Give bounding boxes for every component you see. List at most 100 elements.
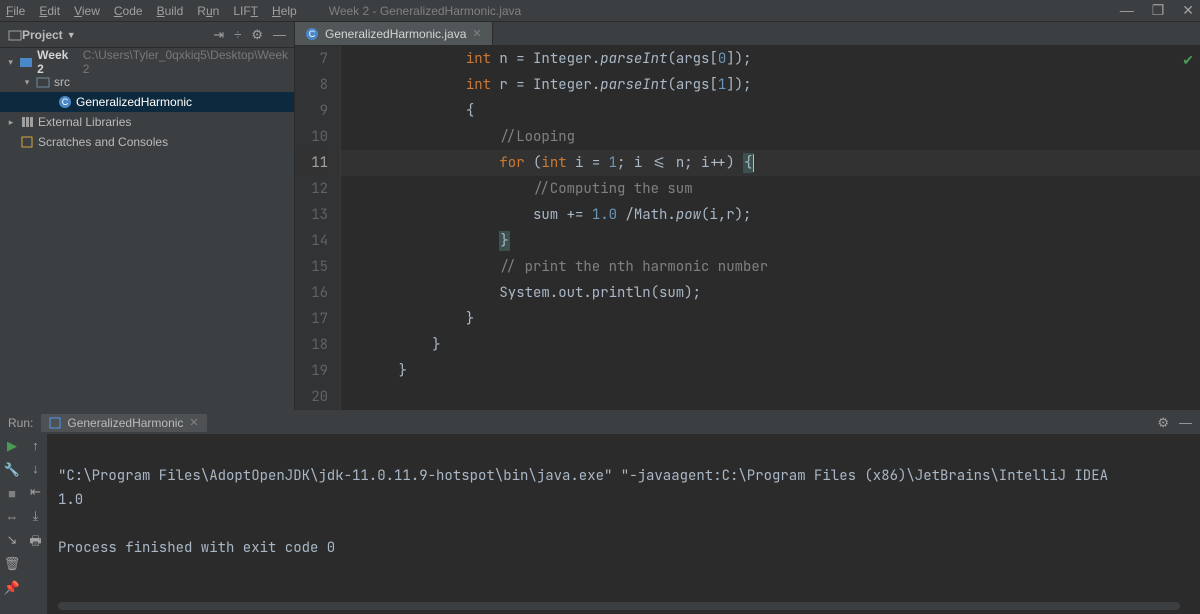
external-libraries[interactable]: ▸ External Libraries — [0, 112, 294, 132]
project-tool-window: Project ▼ ⇥ ÷ ⚙ — ▾ Week 2 C:\Users\Tyle… — [0, 22, 295, 410]
exit-icon[interactable]: ↘ — [7, 532, 18, 548]
editor-tab-label: GeneralizedHarmonic.java — [325, 27, 466, 41]
print-icon[interactable]: 🖶 — [29, 532, 41, 554]
wrench-icon[interactable]: 🔧 — [4, 462, 20, 478]
project-panel-header[interactable]: Project ▼ ⇥ ÷ ⚙ — — [0, 22, 294, 48]
line-number: 17 — [295, 306, 328, 332]
run-tab[interactable]: GeneralizedHarmonic ✕ — [41, 414, 206, 432]
hide-icon[interactable]: — — [1179, 415, 1192, 431]
scratches-icon — [20, 135, 34, 149]
run-tool-window: Run: GeneralizedHarmonic ✕ ⚙ — ▶ 🔧 ■ ⇔ ↘… — [0, 410, 1200, 614]
window-title: Week 2 - GeneralizedHarmonic.java — [329, 4, 522, 18]
line-number-gutter: 7891011121314151617181920 — [295, 46, 341, 410]
console-cmd-line: "C:\Program Files\AdoptOpenJDK\jdk-11.0.… — [58, 467, 1108, 485]
hide-icon[interactable]: — — [273, 27, 286, 43]
run-config-icon — [49, 417, 61, 429]
down-icon[interactable]: ↓ — [32, 461, 39, 476]
gear-icon[interactable]: ⚙ — [251, 27, 263, 43]
line-number: 19 — [295, 358, 328, 384]
menu-code[interactable]: Code — [114, 4, 143, 18]
project-tree[interactable]: ▾ Week 2 C:\Users\Tyler_0qxkiq5\Desktop\… — [0, 48, 294, 156]
menu-help[interactable]: Help — [272, 4, 297, 18]
external-libraries-label: External Libraries — [38, 115, 131, 129]
code-line[interactable]: // print the nth harmonic number — [341, 254, 1200, 280]
soft-wrap-icon[interactable]: ⇤ — [30, 484, 41, 500]
close-tab-icon[interactable]: ✕ — [472, 27, 481, 40]
line-number: 20 — [295, 384, 328, 410]
folder-icon — [36, 75, 50, 89]
project-root[interactable]: ▾ Week 2 C:\Users\Tyler_0qxkiq5\Desktop\… — [0, 52, 294, 72]
console-exit-line: Process finished with exit code 0 — [58, 539, 335, 557]
code-line[interactable]: { — [341, 98, 1200, 124]
code-line[interactable]: //Looping — [341, 124, 1200, 150]
menu-view[interactable]: View — [74, 4, 100, 18]
line-number: 13 — [295, 202, 328, 228]
code-line[interactable]: } — [341, 228, 1200, 254]
minimize-icon[interactable]: — — [1120, 2, 1134, 19]
run-toolbar-console: ↑ ↓ ⇤ ⤓ 🖶 — [24, 434, 48, 614]
code-line[interactable]: int r = Integer.parseInt(args[1]); — [341, 72, 1200, 98]
chevron-down-icon[interactable]: ▼ — [67, 30, 76, 40]
close-icon[interactable]: ✕ — [1182, 2, 1194, 19]
up-icon[interactable]: ↑ — [32, 438, 39, 453]
horizontal-scrollbar[interactable] — [58, 602, 1180, 610]
menubar: File Edit View Code Build Run LIFT Help … — [0, 0, 1200, 22]
expand-all-icon[interactable]: ÷ — [234, 27, 241, 43]
code-editor[interactable]: 7891011121314151617181920 int n = Intege… — [295, 46, 1200, 410]
menu-edit[interactable]: Edit — [39, 4, 60, 18]
project-root-name: Week 2 — [37, 48, 75, 76]
editor-pane: C GeneralizedHarmonic.java ✕ ✔ 789101112… — [295, 22, 1200, 410]
gear-icon[interactable]: ⚙ — [1157, 415, 1169, 431]
scratches-label: Scratches and Consoles — [38, 135, 168, 149]
scroll-to-end-icon[interactable]: ⤓ — [33, 508, 39, 524]
src-label: src — [54, 75, 70, 89]
libraries-icon — [20, 115, 34, 129]
trash-icon[interactable]: 🗑 — [4, 556, 21, 572]
line-number: 12 — [295, 176, 328, 202]
class-icon: C — [58, 95, 72, 109]
line-number: 7 — [295, 46, 328, 72]
line-number: 8 — [295, 72, 328, 98]
menu-file[interactable]: File — [6, 4, 25, 18]
menu-build[interactable]: Build — [157, 4, 184, 18]
code-line[interactable]: //Computing the sum — [341, 176, 1200, 202]
run-tab-label: GeneralizedHarmonic — [67, 416, 183, 430]
module-icon — [19, 55, 33, 69]
stop-icon[interactable]: ■ — [8, 486, 16, 501]
code-line[interactable] — [341, 384, 1200, 410]
scratches[interactable]: Scratches and Consoles — [0, 132, 294, 152]
menu-run[interactable]: Run — [197, 4, 219, 18]
code-line[interactable]: int n = Integer.parseInt(args[0]); — [341, 46, 1200, 72]
code-line[interactable]: sum += 1.0 /Math.pow(i,r); — [341, 202, 1200, 228]
code-line[interactable]: for (int i = 1; i <= n; i++) { — [341, 150, 1200, 176]
menu-lift[interactable]: LIFT — [233, 4, 258, 18]
line-number: 11 — [295, 150, 328, 176]
code-area[interactable]: int n = Integer.parseInt(args[0]); int r… — [341, 46, 1200, 410]
rerun-icon[interactable]: ▶ — [7, 438, 17, 454]
class-icon: C — [305, 27, 319, 41]
close-run-tab-icon[interactable]: ✕ — [189, 416, 198, 429]
line-number: 15 — [295, 254, 328, 280]
line-number: 9 — [295, 98, 328, 124]
run-header: Run: GeneralizedHarmonic ✕ ⚙ — — [0, 411, 1200, 434]
run-label: Run: — [8, 416, 33, 430]
class-file[interactable]: C GeneralizedHarmonic — [0, 92, 294, 112]
editor-tab[interactable]: C GeneralizedHarmonic.java ✕ — [295, 22, 493, 45]
code-line[interactable]: } — [341, 306, 1200, 332]
project-root-path: C:\Users\Tyler_0qxkiq5\Desktop\Week 2 — [83, 48, 288, 76]
svg-text:C: C — [309, 29, 316, 39]
console-output[interactable]: "C:\Program Files\AdoptOpenJDK\jdk-11.0.… — [48, 434, 1200, 614]
line-number: 18 — [295, 332, 328, 358]
class-file-name: GeneralizedHarmonic — [76, 95, 192, 109]
select-opened-file-icon[interactable]: ⇥ — [213, 27, 224, 43]
run-toolbar-left: ▶ 🔧 ■ ⇔ ↘ 🗑 📌 — [0, 434, 24, 614]
maximize-icon[interactable]: ❐ — [1152, 2, 1165, 19]
code-line[interactable]: } — [341, 358, 1200, 384]
code-line[interactable]: } — [341, 332, 1200, 358]
code-line[interactable]: System.out.println(sum); — [341, 280, 1200, 306]
line-number: 16 — [295, 280, 328, 306]
layout-icon[interactable]: ⇔ — [6, 509, 19, 524]
editor-tabbar: C GeneralizedHarmonic.java ✕ — [295, 22, 1200, 46]
project-panel-title: Project — [22, 28, 63, 42]
pin-icon[interactable]: 📌 — [4, 580, 20, 596]
